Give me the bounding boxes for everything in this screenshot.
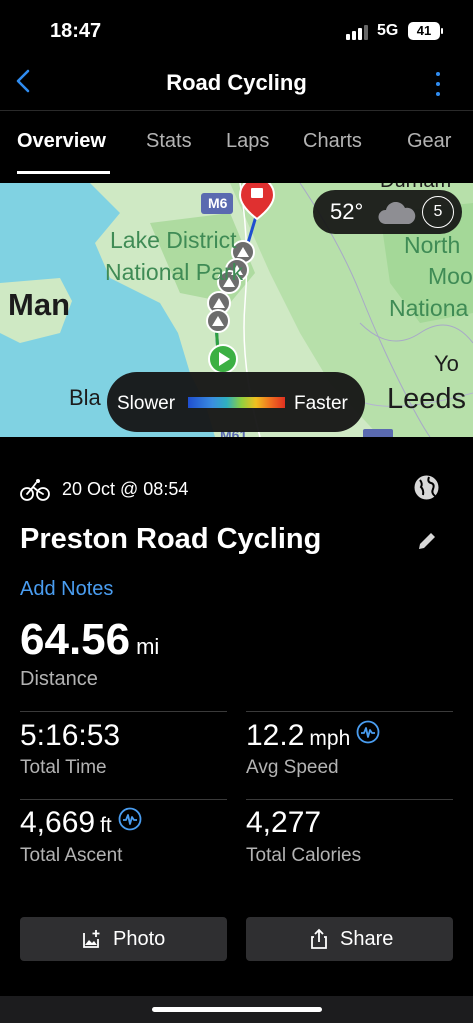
- add-photo-icon: [83, 930, 100, 948]
- stat-value: 4,277: [246, 806, 322, 839]
- pencil-icon[interactable]: [416, 530, 438, 552]
- cloud-icon: [378, 202, 416, 224]
- map-label-lake-district: Lake District: [110, 227, 237, 253]
- wind-indicator: 5: [422, 196, 454, 228]
- map-label-man: Man: [8, 287, 70, 322]
- map-label-nationa: Nationa: [389, 295, 469, 321]
- share-button-label: Share: [340, 928, 394, 950]
- stat-divider: [20, 799, 227, 800]
- network-type: 5G: [377, 22, 399, 39]
- stat-total-calories: 4,277: [246, 806, 321, 840]
- stat-label: Total Ascent: [20, 845, 123, 866]
- distance-label: Distance: [20, 668, 98, 690]
- pulse-badge-icon[interactable]: [118, 807, 142, 831]
- stat-unit: ft: [100, 814, 112, 837]
- distance-number: 64.56: [20, 615, 131, 664]
- speed-legend: Slower Faster: [107, 372, 365, 432]
- map-label-leeds: Leeds: [387, 383, 467, 415]
- pulse-badge-icon[interactable]: [356, 720, 380, 744]
- more-options-button[interactable]: [430, 70, 446, 98]
- stat-unit: mph: [309, 727, 351, 750]
- tab-gear[interactable]: Gear: [407, 130, 451, 153]
- stat-divider: [246, 799, 453, 800]
- map-label-black: Bla: [69, 385, 101, 410]
- speed-gradient: [188, 397, 285, 408]
- stat-label: Avg Speed: [246, 757, 339, 778]
- distance-value: 64.56 mi: [20, 615, 159, 665]
- tab-overview[interactable]: Overview: [17, 130, 106, 153]
- photo-button-label: Photo: [113, 928, 166, 950]
- battery-icon: 41: [408, 22, 440, 40]
- activity-date: 20 Oct @ 08:54: [62, 479, 189, 499]
- stat-value: 4,669: [20, 806, 96, 839]
- globe-icon[interactable]: [413, 474, 440, 501]
- stat-value: 5:16:53: [20, 719, 121, 752]
- weather-chip[interactable]: 52° 5: [313, 190, 462, 234]
- status-bar: 18:47 5G 41: [0, 0, 473, 62]
- legend-faster: Faster: [294, 393, 348, 414]
- stat-total-time: 5:16:53: [20, 719, 120, 753]
- tab-bar: Overview Stats Laps Charts Gear: [0, 112, 473, 174]
- stat-value: 12.2: [246, 719, 305, 752]
- stat-divider: [20, 711, 227, 712]
- home-indicator[interactable]: [152, 1007, 322, 1012]
- tab-stats[interactable]: Stats: [146, 130, 192, 153]
- nav-header: Road Cycling: [0, 58, 473, 110]
- battery-tip: [441, 28, 443, 34]
- temperature: 52°: [330, 199, 364, 224]
- tab-charts[interactable]: Charts: [303, 130, 362, 153]
- legend-slower: Slower: [117, 393, 176, 414]
- page-title: Road Cycling: [166, 70, 307, 95]
- stat-total-ascent: 4,669 ft: [20, 806, 142, 840]
- tab-laps[interactable]: Laps: [226, 130, 269, 153]
- stat-label: Total Time: [20, 757, 107, 778]
- add-notes-link[interactable]: Add Notes: [20, 578, 113, 601]
- photo-button[interactable]: Photo: [20, 917, 227, 961]
- map-label-york: Yo: [434, 351, 459, 376]
- share-button[interactable]: Share: [246, 917, 453, 961]
- stat-label: Total Calories: [246, 845, 362, 866]
- map-label-north: North: [404, 232, 461, 258]
- bike-icon: [20, 479, 50, 501]
- map-label-moors: Moo: [428, 263, 473, 289]
- stat-divider: [246, 711, 453, 712]
- share-icon: [311, 928, 327, 949]
- stat-avg-speed: 12.2 mph: [246, 719, 380, 753]
- signal-icon: [346, 24, 370, 40]
- distance-unit: mi: [136, 634, 160, 659]
- active-tab-indicator: [17, 171, 110, 174]
- header-divider: [0, 110, 473, 111]
- motorway-label: M6: [208, 195, 228, 211]
- start-marker: [208, 344, 238, 374]
- map-label-national-park: National Park: [105, 259, 244, 285]
- activity-title: Preston Road Cycling: [20, 523, 322, 555]
- status-time: 18:47: [50, 20, 102, 42]
